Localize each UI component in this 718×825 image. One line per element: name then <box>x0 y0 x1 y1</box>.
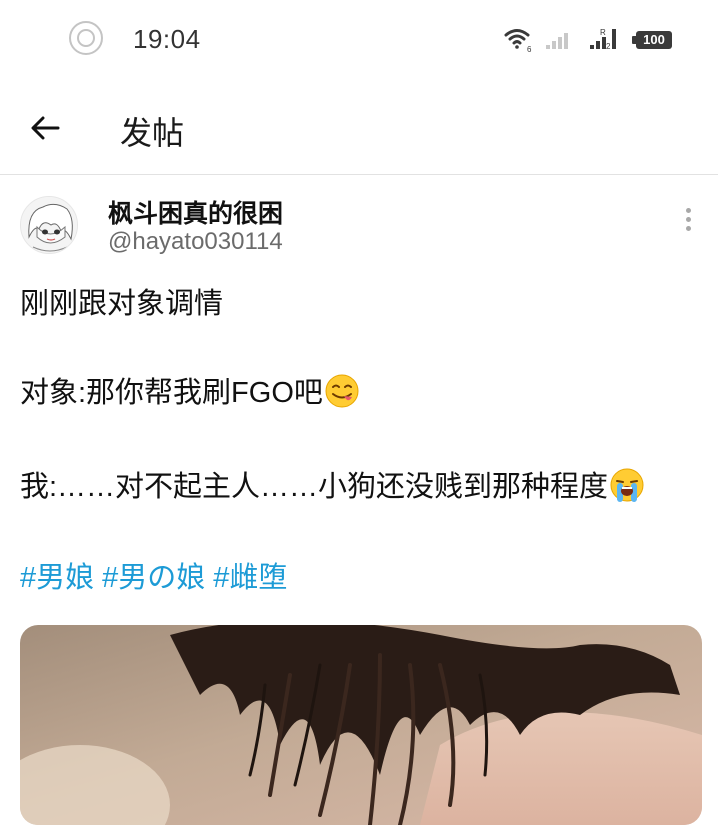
more-vertical-icon[interactable] <box>678 208 698 234</box>
signal-sim2-icon: R 2 <box>590 28 616 51</box>
author-name[interactable]: 枫斗困真的很困 <box>108 194 283 230</box>
app-bar: 发帖 <box>0 82 718 175</box>
signal-sim1-icon <box>546 33 568 49</box>
post-text: 刚刚跟对象调情 <box>20 288 224 320</box>
svg-text:6: 6 <box>527 45 532 52</box>
hashtag-link[interactable]: #男娘 <box>20 562 94 594</box>
hashtag-link[interactable]: #雌堕 <box>213 562 287 594</box>
page-title: 发帖 <box>120 115 185 151</box>
post-text: 对象:那你帮我刷FGO吧 <box>20 377 323 409</box>
author-handle[interactable]: @hayato030114 <box>108 228 283 256</box>
svg-text:R: R <box>600 28 606 37</box>
svg-text:2: 2 <box>606 42 611 51</box>
status-time: 19:04 <box>133 24 201 54</box>
post-text-line: 刚刚跟对象调情 <box>20 280 223 322</box>
post-text-line: 对象:那你帮我刷FGO吧 <box>20 369 359 411</box>
signal-icons: 6 R 2 <box>504 28 616 54</box>
hashtags: #男娘 #男の娘 #雌堕 <box>20 554 295 596</box>
wifi-icon <box>504 29 530 49</box>
yum-face-emoji <box>325 374 359 408</box>
system-icons: 6 R 2 100 <box>504 26 674 54</box>
hashtag-link[interactable]: #男の娘 <box>102 562 205 594</box>
post-text-line: 我:……对不起主人……小狗还没贱到那种程度 <box>20 463 644 505</box>
back-arrow-icon[interactable] <box>28 110 64 146</box>
battery-icon: 100 <box>632 31 672 49</box>
do-not-disturb-icon <box>69 21 103 55</box>
post-text: 我:……对不起主人……小狗还没贱到那种程度 <box>20 471 609 503</box>
loudly-crying-face-emoji <box>610 468 644 502</box>
avatar[interactable] <box>20 196 78 254</box>
post-image[interactable] <box>20 625 702 825</box>
status-bar: 19:04 6 R 2 100 <box>0 0 718 82</box>
